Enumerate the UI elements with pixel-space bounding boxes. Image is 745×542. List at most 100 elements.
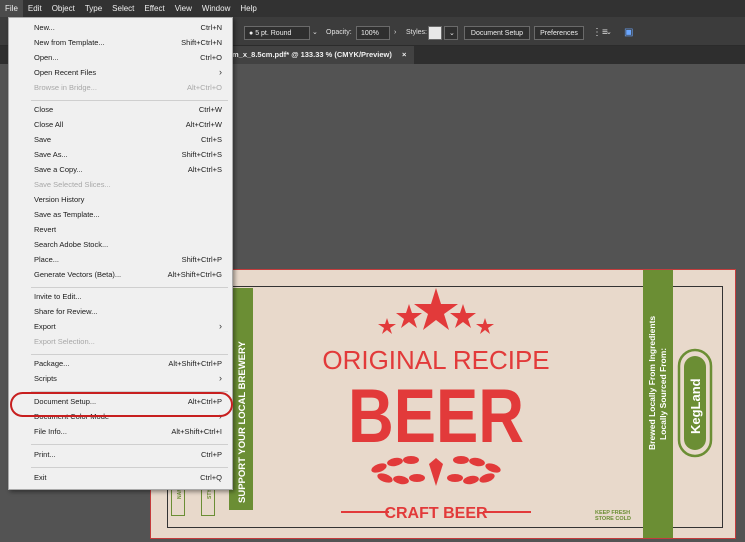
menu-item-save-a-copy[interactable]: Save a Copy... Alt+Ctrl+S xyxy=(9,164,232,178)
opacity-field[interactable]: 100% xyxy=(356,26,390,40)
preferences-button[interactable]: Preferences xyxy=(534,26,584,40)
menu-item-label: Generate Vectors (Beta)... xyxy=(34,270,122,279)
menu-item-browse-in-bridge[interactable]: Browse in Bridge... Alt+Ctrl+O xyxy=(9,82,232,96)
chevron-right-icon[interactable]: › xyxy=(394,26,396,40)
craft-beer-text: CRAFT BEER xyxy=(384,505,488,522)
menu-item-generate-vectors[interactable]: Generate Vectors (Beta)... Alt+Shift+Ctrl… xyxy=(9,269,232,283)
menu-separator xyxy=(31,444,228,445)
kegland-text: KegLand xyxy=(688,378,703,434)
document-setup-button[interactable]: Document Setup xyxy=(464,26,530,40)
document-setup-button-label: Document Setup xyxy=(470,30,524,37)
menu-item-file-info[interactable]: File Info... Alt+Shift+Ctrl+I xyxy=(9,426,232,440)
original-recipe-text: ORIGINAL RECIPE xyxy=(322,345,549,375)
styles-label: Styles: xyxy=(406,29,428,36)
close-tab-icon[interactable]: × xyxy=(402,50,406,59)
menu-item-place[interactable]: Place... Shift+Ctrl+P xyxy=(9,254,232,268)
menu-effect[interactable]: Effect xyxy=(139,0,169,17)
menu-item-label: Open... xyxy=(34,53,59,62)
menu-item-label: Close xyxy=(34,105,54,114)
document-tab[interactable]: m_x_8.5cm.pdf* @ 133.33 % (CMYK/Preview)… xyxy=(232,46,415,64)
menu-item-shortcut: Ctrl+P xyxy=(200,450,222,459)
menu-type[interactable]: Type xyxy=(80,0,107,17)
arrange-documents-icon[interactable]: ▣ xyxy=(624,26,633,40)
menu-separator xyxy=(31,100,228,101)
menu-item-label: Save Selected Slices... xyxy=(34,180,111,189)
dot-icon: ● xyxy=(249,30,254,37)
menu-item-export-selection[interactable]: Export Selection... xyxy=(9,336,232,350)
menu-item-invite-to-edit[interactable]: Invite to Edit... xyxy=(9,291,232,305)
menu-item-shortcut: Shift+Ctrl+S xyxy=(181,150,222,159)
menu-item-label: New from Template... xyxy=(34,38,105,47)
menu-object[interactable]: Object xyxy=(47,0,80,17)
menu-file[interactable]: File xyxy=(0,0,23,17)
menu-item-new[interactable]: New... Ctrl+N xyxy=(9,22,232,36)
menu-item-label: Scripts xyxy=(34,374,57,383)
keep-fresh-text: KEEP FRESH STORE COLD xyxy=(595,510,631,522)
menu-item-scripts[interactable]: Scripts › xyxy=(9,373,232,387)
star-icon xyxy=(476,318,494,334)
styles-swatch[interactable] xyxy=(428,26,442,40)
menu-item-open-recent[interactable]: Open Recent Files › xyxy=(9,67,232,81)
star-icon xyxy=(450,304,476,328)
menu-item-label: Place... xyxy=(34,255,60,264)
menu-item-shortcut: Alt+Shift+Ctrl+G xyxy=(167,270,222,279)
menu-item-label: File Info... xyxy=(34,427,67,436)
menu-item-search-adobe-stock[interactable]: Search Adobe Stock... xyxy=(9,239,232,253)
beer-text: BEER xyxy=(348,374,524,459)
menu-item-shortcut: Ctrl+Q xyxy=(200,473,222,482)
submenu-arrow-icon: › xyxy=(219,321,222,331)
menu-view[interactable]: View xyxy=(170,0,197,17)
opacity-value: 100% xyxy=(361,30,379,37)
menu-separator xyxy=(31,354,228,355)
menu-item-label: Save a Copy... xyxy=(34,165,83,174)
store-cold-line: STORE COLD xyxy=(595,516,631,522)
menu-bar: File Edit Object Type Select Effect View… xyxy=(0,0,745,17)
menu-item-shortcut: Shift+Ctrl+N xyxy=(181,38,222,47)
menu-item-close[interactable]: Close Ctrl+W xyxy=(9,104,232,118)
brewed-line-1: Brewed Locally From Ingredients xyxy=(647,316,657,450)
menu-item-share-for-review[interactable]: Share for Review... xyxy=(9,306,232,320)
menu-item-shortcut: Shift+Ctrl+P xyxy=(181,255,222,264)
align-dropdown-icon[interactable]: ⌄ xyxy=(606,26,612,40)
menu-item-label: Open Recent Files xyxy=(34,68,97,77)
menu-item-version-history[interactable]: Version History xyxy=(9,194,232,208)
menu-item-label: Close All xyxy=(34,120,64,129)
menu-item-shortcut: Alt+Ctrl+O xyxy=(186,83,222,92)
submenu-arrow-icon: › xyxy=(219,67,222,77)
document-tab-title: m_x_8.5cm.pdf* @ 133.33 % (CMYK/Preview) xyxy=(232,50,392,59)
menu-item-shortcut: Alt+Shift+Ctrl+P xyxy=(168,359,222,368)
menu-item-label: Save xyxy=(34,135,52,144)
menu-window[interactable]: Window xyxy=(197,0,235,17)
menu-help[interactable]: Help xyxy=(235,0,261,17)
menu-item-exit[interactable]: Exit Ctrl+Q xyxy=(9,472,232,486)
menu-item-save-as-template[interactable]: Save as Template... xyxy=(9,209,232,223)
menu-item-label: Revert xyxy=(34,225,57,234)
menu-item-label: Search Adobe Stock... xyxy=(34,240,109,249)
stroke-profile-dropdown[interactable]: ● 5 pt. Round xyxy=(244,26,310,40)
menu-item-print[interactable]: Print... Ctrl+P xyxy=(9,449,232,463)
right-green-band: Brewed Locally From Ingredients Locally … xyxy=(643,270,673,538)
menu-item-shortcut: Ctrl+O xyxy=(200,53,222,62)
chevron-down-icon[interactable]: ⌄ xyxy=(312,26,318,40)
menu-item-close-all[interactable]: Close All Alt+Ctrl+W xyxy=(9,119,232,133)
menu-item-label: Invite to Edit... xyxy=(34,292,82,301)
menu-item-save-as[interactable]: Save As... Shift+Ctrl+S xyxy=(9,149,232,163)
submenu-arrow-icon: › xyxy=(219,373,222,383)
menu-edit[interactable]: Edit xyxy=(23,0,47,17)
menu-item-new-from-template[interactable]: New from Template... Shift+Ctrl+N xyxy=(9,37,232,51)
menu-separator xyxy=(31,287,228,288)
styles-dropdown-arrow[interactable]: ⌄ xyxy=(444,26,458,40)
menu-item-shortcut: Ctrl+W xyxy=(198,105,222,114)
menu-item-open[interactable]: Open... Ctrl+O xyxy=(9,52,232,66)
menu-item-label: Export xyxy=(34,322,56,331)
menu-item-save-selected-slices[interactable]: Save Selected Slices... xyxy=(9,179,232,193)
menu-item-label: New... xyxy=(34,23,55,32)
artboard-label[interactable]: SUPPORT YOUR LOCAL BREWERY NAME STYLE OR… xyxy=(150,269,736,539)
menu-item-package[interactable]: Package... Alt+Shift+Ctrl+P xyxy=(9,358,232,372)
menu-select[interactable]: Select xyxy=(107,0,139,17)
menu-separator xyxy=(31,467,228,468)
menu-item-revert[interactable]: Revert xyxy=(9,224,232,238)
menu-item-save[interactable]: Save Ctrl+S xyxy=(9,134,232,148)
menu-item-export[interactable]: Export › xyxy=(9,321,232,335)
menu-item-shortcut: Ctrl+S xyxy=(200,135,222,144)
